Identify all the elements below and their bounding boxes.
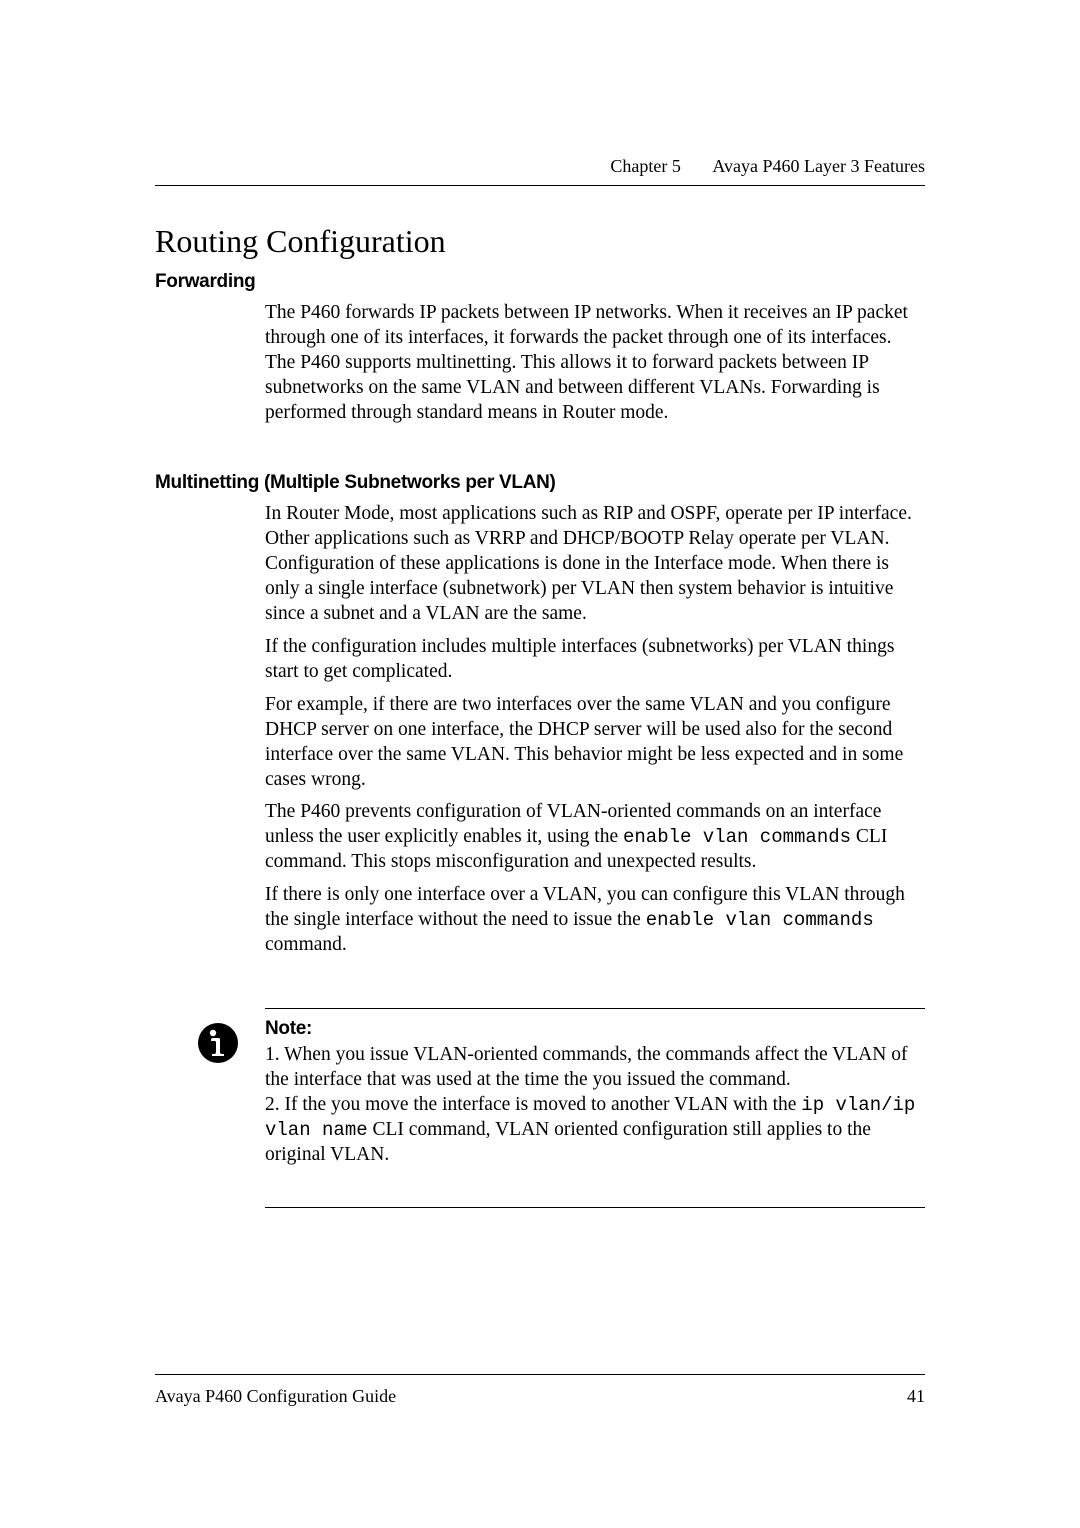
text: command. — [265, 934, 347, 955]
note-line-2-pre: 2. If the you move the interface is move… — [265, 1094, 801, 1115]
note-block: Note: 1. When you issue VLAN-oriented co… — [265, 1017, 925, 1168]
body-forwarding: The P460 forwards IP packets between IP … — [265, 301, 925, 426]
header-rule — [155, 185, 925, 186]
chapter-label: Chapter 5 — [610, 156, 680, 176]
para: If the configuration includes multiple i… — [265, 635, 925, 685]
footer-rule — [155, 1374, 925, 1375]
code: enable vlan commands — [623, 826, 851, 848]
note-rule-top — [265, 1008, 925, 1009]
body-multinetting: In Router Mode, most applications such a… — [265, 502, 925, 966]
heading-multinetting: Multinetting (Multiple Subnetworks per V… — [155, 472, 556, 494]
para: In Router Mode, most applications such a… — [265, 502, 925, 627]
para: For example, if there are two interfaces… — [265, 693, 925, 793]
footer-doc-title: Avaya P460 Configuration Guide — [155, 1386, 396, 1407]
code: enable vlan commands — [646, 909, 874, 931]
info-icon — [197, 1022, 239, 1064]
heading-forwarding: Forwarding — [155, 271, 255, 293]
para: The P460 prevents configuration of VLAN-… — [265, 800, 925, 875]
para: If there is only one interface over a VL… — [265, 883, 925, 958]
running-header: Chapter 5 Avaya P460 Layer 3 Features — [610, 156, 925, 177]
note-heading: Note: — [265, 1017, 925, 1041]
page: Chapter 5 Avaya P460 Layer 3 Features Ro… — [0, 0, 1080, 1528]
note-line-1: 1. When you issue VLAN-oriented commands… — [265, 1044, 907, 1090]
chapter-title: Avaya P460 Layer 3 Features — [712, 156, 925, 176]
note-rule-bottom — [265, 1207, 925, 1208]
footer-page-number: 41 — [907, 1386, 925, 1407]
page-title: Routing Configuration — [155, 223, 446, 260]
